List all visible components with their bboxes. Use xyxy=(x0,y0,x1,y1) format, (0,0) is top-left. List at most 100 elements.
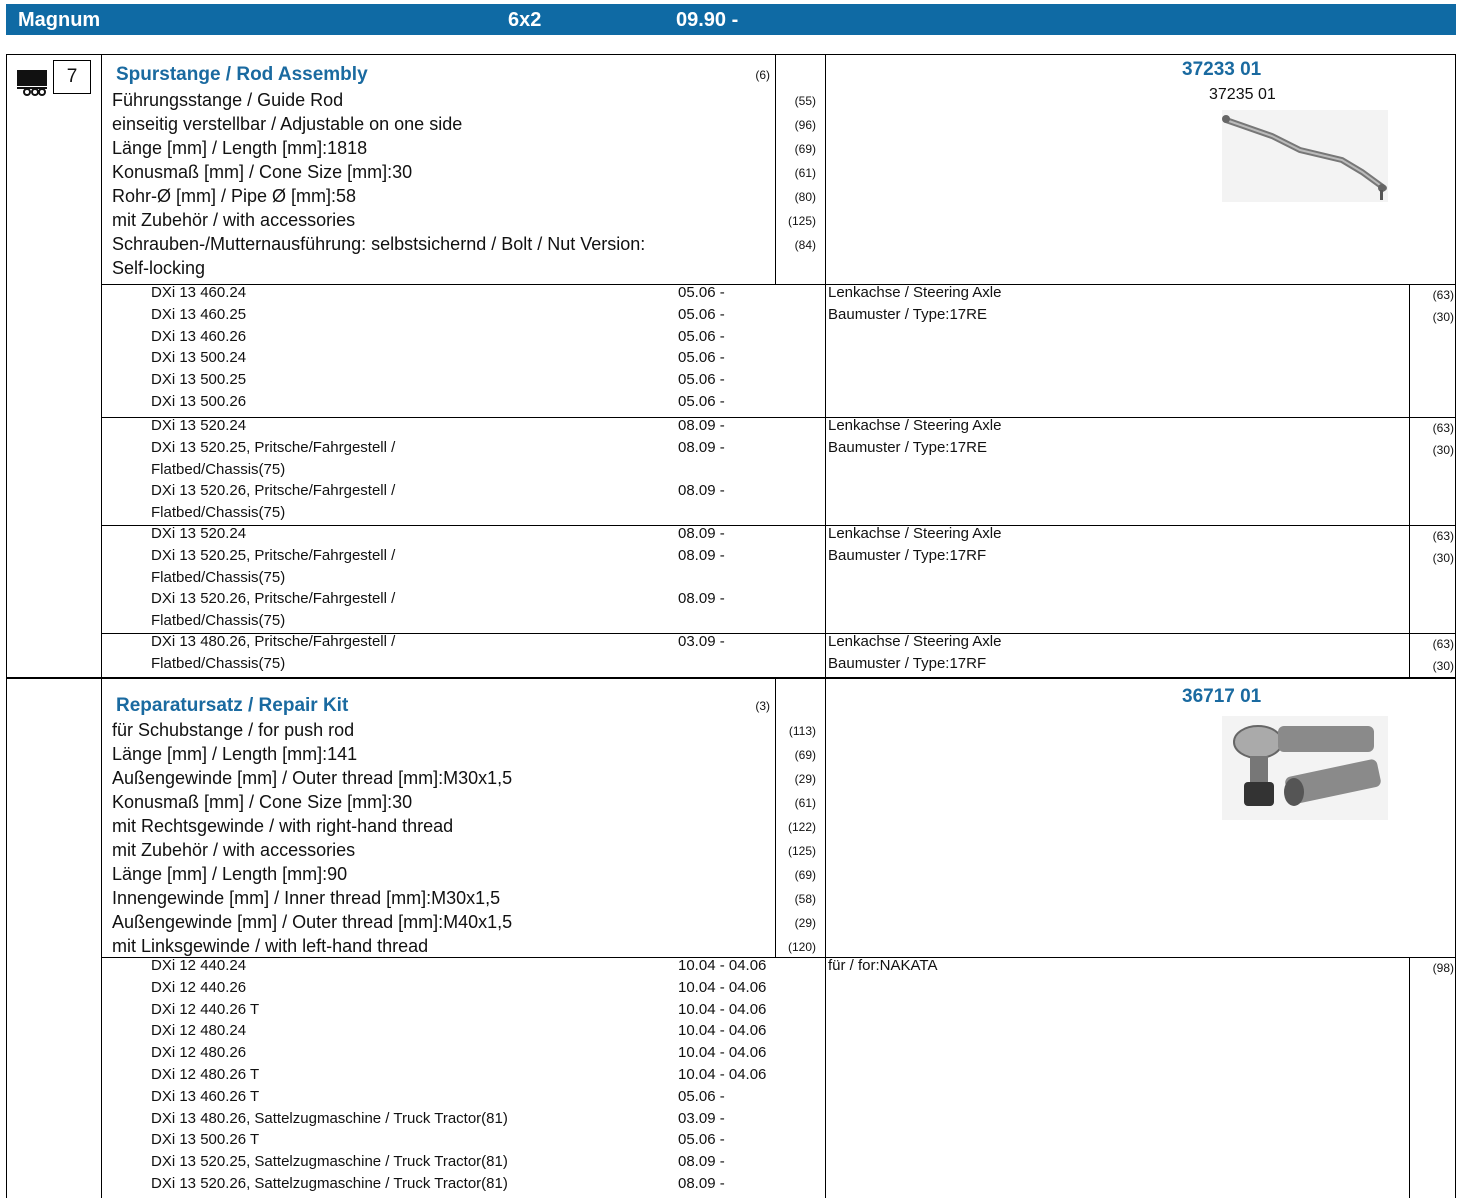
vehicle-date: 08.09 - xyxy=(678,1175,725,1192)
vehicle-model: DXi 12 440.26 T xyxy=(151,1000,260,1018)
vehicle-date: 05.06 - xyxy=(678,327,725,345)
vehicle-date: 05.06 - xyxy=(678,1087,725,1105)
vehicle-date: 10.04 - 04.06 xyxy=(678,1000,767,1018)
axle-config: 6x2 xyxy=(508,9,542,31)
title-code: (3) xyxy=(755,699,770,713)
note-text: Lenkachse / Steering Axle xyxy=(828,417,1002,434)
vehicle-model: DXi 13 460.26 xyxy=(151,327,247,345)
vehicle-date: 08.09 - xyxy=(678,482,725,500)
vehicle-model: DXi 13 500.26 xyxy=(151,393,247,410)
alt-part-number[interactable]: 37235 01 xyxy=(1209,86,1276,104)
attribute-code: (125) xyxy=(787,844,816,858)
attribute-text: für Schubstange / for push rod xyxy=(112,720,355,740)
note-text: Baumuster / Type:17RF xyxy=(828,655,987,672)
vehicle-model: DXi 13 500.25 xyxy=(151,371,247,389)
attribute-text: Länge [mm] / Length [mm]:1818 xyxy=(112,138,368,158)
vehicle-model: DXi 12 480.26 xyxy=(151,1044,247,1062)
header-bar: Magnum 6x2 09.90 - xyxy=(6,4,1456,35)
attribute-text: Rohr-Ø [mm] / Pipe Ø [mm]:58 xyxy=(112,186,357,206)
vehicle-model: DXi 13 480.26, Sattelzugmaschine / Truck… xyxy=(151,1109,508,1127)
vehicle-date: 10.04 - 04.06 xyxy=(678,957,767,974)
section-title: Reparatursatz / Repair Kit xyxy=(116,695,349,716)
attribute-code: (69) xyxy=(794,142,816,156)
attribute-code: (96) xyxy=(794,118,816,132)
part-number[interactable]: 36717 01 xyxy=(1182,686,1261,708)
note-code: (30) xyxy=(1432,551,1454,565)
vehicle-date: 08.09 - xyxy=(678,1153,725,1171)
vehicle-model: DXi 12 480.24 xyxy=(151,1022,247,1040)
vehicle-model: DXi 13 520.26, Pritsche/Fahrgestell / xyxy=(151,482,396,500)
truck-icon xyxy=(15,68,49,98)
vehicle-model: DXi 13 500.24 xyxy=(151,349,247,367)
rod-assembly-image xyxy=(1222,110,1388,202)
vehicle-date: 10.04 - 04.06 xyxy=(678,1044,767,1062)
attribute-code: (58) xyxy=(794,892,816,906)
vehicle-model: DXi 13 480.26, Pritsche/Fahrgestell / xyxy=(151,633,396,650)
vehicle-date: 08.09 - xyxy=(678,525,725,542)
vehicle-model: DXi 13 520.24 xyxy=(151,417,247,434)
vehicle-model: DXi 12 480.26 T xyxy=(151,1066,260,1083)
vehicle-model: DXi 13 520.25, Pritsche/Fahrgestell / xyxy=(151,438,396,456)
vehicle-date: 08.09 - xyxy=(678,546,725,564)
attribute-text: Länge [mm] / Length [mm]:141 xyxy=(112,744,358,764)
attribute-text: mit Zubehör / with accessories xyxy=(112,840,356,860)
vehicle-model: DXi 13 520.25, Sattelzugmaschine / Truck… xyxy=(151,1153,508,1171)
attribute-code: (122) xyxy=(787,820,816,834)
vehicle-date: 03.09 - xyxy=(678,1109,725,1127)
vehicle-model: DXi 13 520.24 xyxy=(151,525,247,542)
vehicle-date: 10.04 - 04.06 xyxy=(678,1022,767,1040)
vehicle-model: DXi 12 440.26 xyxy=(151,978,247,996)
attribute-text: Länge [mm] / Length [mm]:90 xyxy=(112,864,348,884)
vehicle-model: Flatbed/Chassis(75) xyxy=(151,504,286,522)
vehicle-model: DXi 13 500.26 T xyxy=(151,1131,260,1149)
quantity-badge: 7 xyxy=(53,60,91,94)
attribute-code: (69) xyxy=(794,868,816,882)
vehicle-model: Flatbed/Chassis(75) xyxy=(151,612,286,630)
vehicle-date: 05.06 - xyxy=(678,284,725,301)
section-title: Spurstange / Rod Assembly xyxy=(116,64,368,85)
vehicle-model: DXi 13 460.24 xyxy=(151,284,247,301)
note-code: (30) xyxy=(1432,443,1454,457)
vehicle-date: 05.06 - xyxy=(678,1131,725,1149)
attribute-text: mit Zubehör / with accessories xyxy=(112,210,356,230)
attribute-code: (113) xyxy=(788,724,816,738)
note-text: Lenkachse / Steering Axle xyxy=(828,284,1002,301)
vehicle-date: 05.06 - xyxy=(678,393,725,410)
note-code: (63) xyxy=(1432,421,1454,435)
attribute-code: (29) xyxy=(794,772,816,786)
attribute-code: (61) xyxy=(794,796,816,810)
part-number[interactable]: 37233 01 xyxy=(1182,59,1261,81)
vehicle-date: 08.09 - xyxy=(678,438,725,456)
note-code: (98) xyxy=(1432,961,1454,975)
vehicle-date: 03.09 - xyxy=(678,633,725,650)
vehicle-model: DXi 13 520.25, Pritsche/Fahrgestell / xyxy=(151,546,396,564)
repair-kit-image xyxy=(1222,716,1388,820)
vehicle-date: 05.06 - xyxy=(678,305,725,323)
note-code: (63) xyxy=(1432,529,1454,543)
note-code: (30) xyxy=(1432,659,1454,673)
model-name: Magnum xyxy=(18,9,101,31)
attribute-text: Schrauben-/Mutternausführung: selbstsich… xyxy=(112,234,646,254)
attribute-text: mit Linksgewinde / with left-hand thread xyxy=(112,936,429,956)
attribute-text: Führungsstange / Guide Rod xyxy=(112,90,344,110)
note-text: Baumuster / Type:17RE xyxy=(828,306,987,323)
attribute-text: Konusmaß [mm] / Cone Size [mm]:30 xyxy=(112,792,413,812)
attribute-text: Innengewinde [mm] / Inner thread [mm]:M3… xyxy=(112,888,501,908)
attribute-code: (61) xyxy=(794,166,816,180)
vehicle-date: 10.04 - 04.06 xyxy=(678,978,767,996)
attribute-text: Konusmaß [mm] / Cone Size [mm]:30 xyxy=(112,162,413,182)
note-text: Baumuster / Type:17RE xyxy=(828,439,987,456)
attribute-code: (125) xyxy=(787,214,816,228)
note-text: Lenkachse / Steering Axle xyxy=(828,633,1002,650)
attribute-text: einseitig verstellbar / Adjustable on on… xyxy=(112,114,463,134)
note-code: (30) xyxy=(1432,310,1454,324)
attribute-code: (29) xyxy=(794,916,816,930)
attribute-code: (55) xyxy=(794,94,816,108)
note-code: (63) xyxy=(1432,637,1454,651)
attribute-text: Außengewinde [mm] / Outer thread [mm]:M3… xyxy=(112,768,513,788)
vehicle-date: 08.09 - xyxy=(678,590,725,608)
attribute-text: Außengewinde [mm] / Outer thread [mm]:M4… xyxy=(112,912,513,932)
attribute-code: (80) xyxy=(794,190,816,204)
attribute-code: (120) xyxy=(787,940,816,954)
vehicle-model: Flatbed/Chassis(75) xyxy=(151,654,286,672)
